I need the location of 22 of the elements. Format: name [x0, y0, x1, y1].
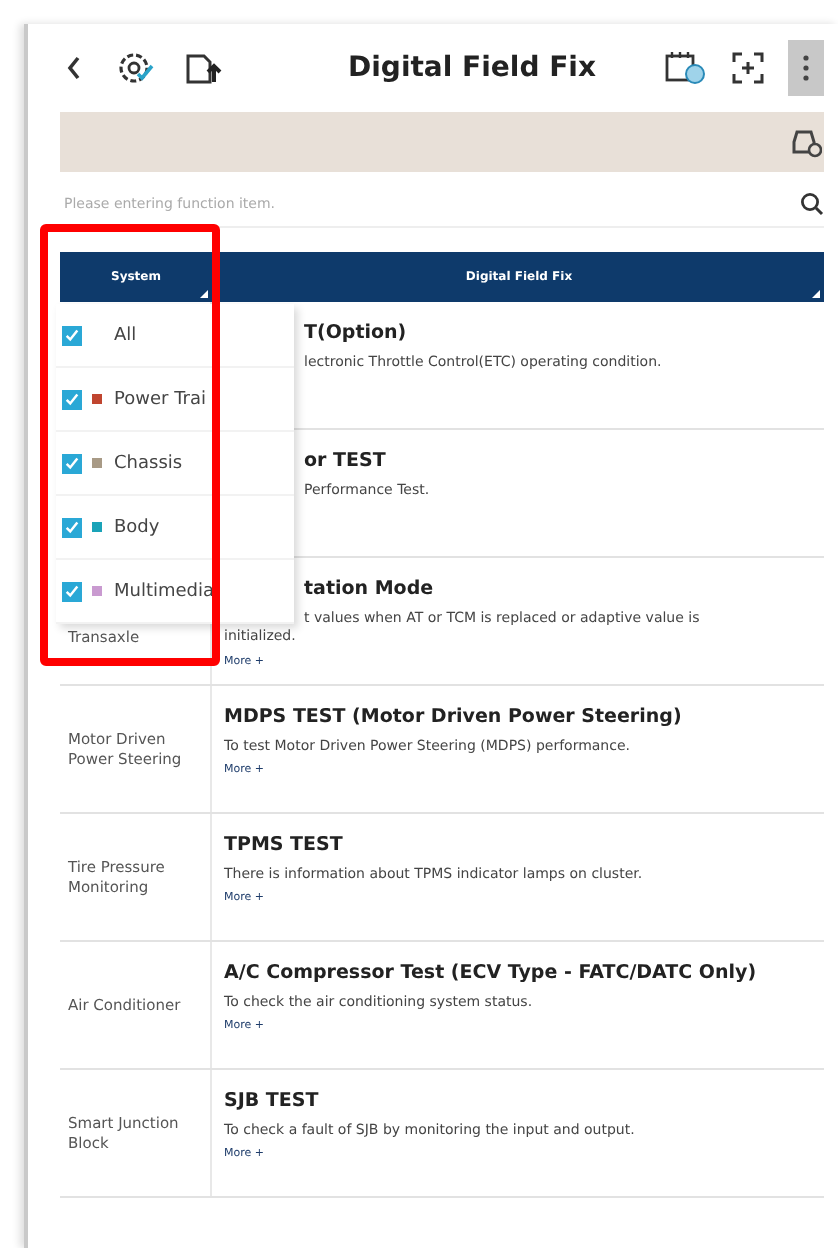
filter-label[interactable]: Power Trai [114, 389, 206, 409]
checkbox[interactable] [62, 517, 82, 537]
more-menu-button[interactable] [788, 40, 824, 96]
filter-label[interactable]: Body [114, 517, 160, 537]
checkbox[interactable] [62, 325, 82, 345]
gear-check-icon[interactable] [116, 50, 156, 86]
search-icon[interactable] [800, 192, 824, 216]
function-title[interactable]: A/C Compressor Test (ECV Type - FATC/DATC Only) [224, 962, 816, 984]
checkbox[interactable] [62, 389, 82, 409]
chevron-left-icon [64, 54, 84, 82]
kebab-icon [802, 54, 810, 82]
checkbox[interactable] [62, 453, 82, 473]
checkbox[interactable] [62, 581, 82, 601]
filter-label[interactable]: Multimedia [114, 581, 215, 601]
scan-plus-icon[interactable] [732, 52, 764, 84]
document-upload-icon[interactable] [184, 50, 224, 86]
filter-label[interactable]: All [114, 325, 137, 345]
function-title[interactable]: MDPS TEST (Motor Driven Power Steering) [224, 706, 816, 728]
app-title: Digital Field Fix [346, 52, 598, 84]
filter-label[interactable]: Chassis [114, 453, 183, 473]
function-title[interactable]: TPMS TEST [224, 834, 816, 856]
function-title[interactable]: SJB TEST [224, 1090, 816, 1112]
